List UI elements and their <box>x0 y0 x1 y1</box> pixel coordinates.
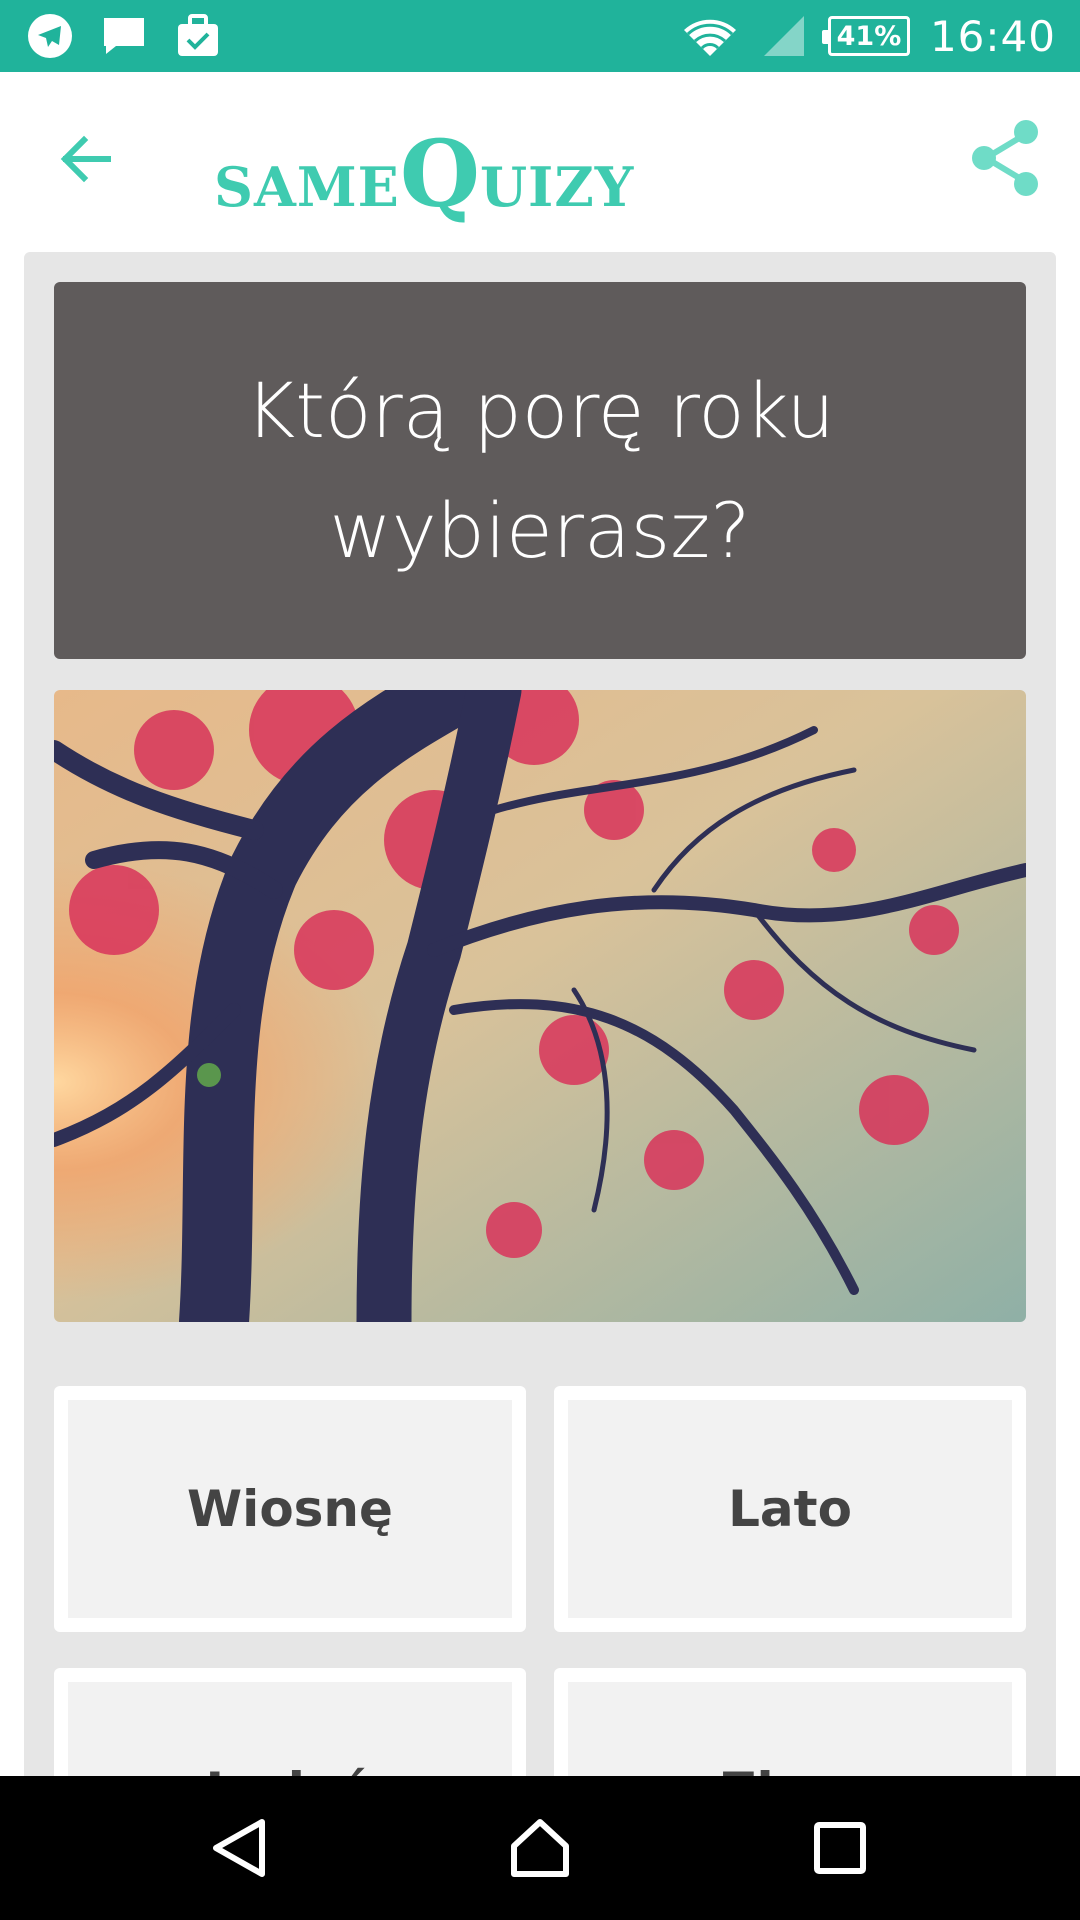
answer-option-4[interactable]: Zimę <box>554 1668 1026 1776</box>
tree-photo <box>54 690 1026 1322</box>
home-icon <box>511 1819 569 1877</box>
clock: 16:40 <box>929 11 1056 61</box>
quiz-card: Którą porę roku wybierasz? Wiosnę Lato <box>24 252 1056 1776</box>
answer-label: Wiosnę <box>187 1480 393 1538</box>
status-bar: 41% 16:40 <box>0 0 1080 72</box>
message-icon <box>104 18 144 54</box>
answer-option-1[interactable]: Wiosnę <box>54 1386 526 1632</box>
battery-indicator: 41% <box>821 16 910 56</box>
nav-recent-apps-button[interactable] <box>804 1812 876 1884</box>
battery-level: 41% <box>836 20 902 52</box>
arrow-left-icon <box>60 135 111 183</box>
logo-text-same: SAME <box>214 155 400 219</box>
notification-icons <box>26 12 222 60</box>
share-button[interactable] <box>966 118 1046 198</box>
question-text: Którą porę roku wybierasz? <box>245 365 835 575</box>
nav-back-button[interactable] <box>204 1812 276 1884</box>
wifi-icon <box>683 19 736 56</box>
question-box: Którą porę roku wybierasz? <box>54 282 1026 659</box>
back-button[interactable] <box>52 126 118 192</box>
signal-icon <box>763 16 804 56</box>
app-bar: SAME Q UIZY <box>0 72 1080 248</box>
logo-text-uizy: UIZY <box>479 155 635 219</box>
question-image <box>54 690 1026 1322</box>
share-icon <box>972 120 1038 196</box>
navigation-bar <box>0 1776 1080 1920</box>
telegram-icon <box>28 14 72 58</box>
square-recents-icon <box>814 1822 866 1874</box>
logo-text-q: Q <box>399 120 480 228</box>
answer-label: Lato <box>728 1480 852 1538</box>
answer-label: Zimę <box>720 1762 859 1776</box>
system-icons: 41% 16:40 <box>680 0 1056 72</box>
triangle-back-icon <box>213 1819 265 1877</box>
answer-option-3[interactable]: Jesień <box>54 1668 526 1776</box>
app-logo: SAME Q UIZY <box>214 100 634 220</box>
answer-option-2[interactable]: Lato <box>554 1386 1026 1632</box>
briefcase-check-icon <box>178 14 218 56</box>
answer-label: Jesień <box>206 1762 375 1776</box>
nav-home-button[interactable] <box>504 1812 576 1884</box>
